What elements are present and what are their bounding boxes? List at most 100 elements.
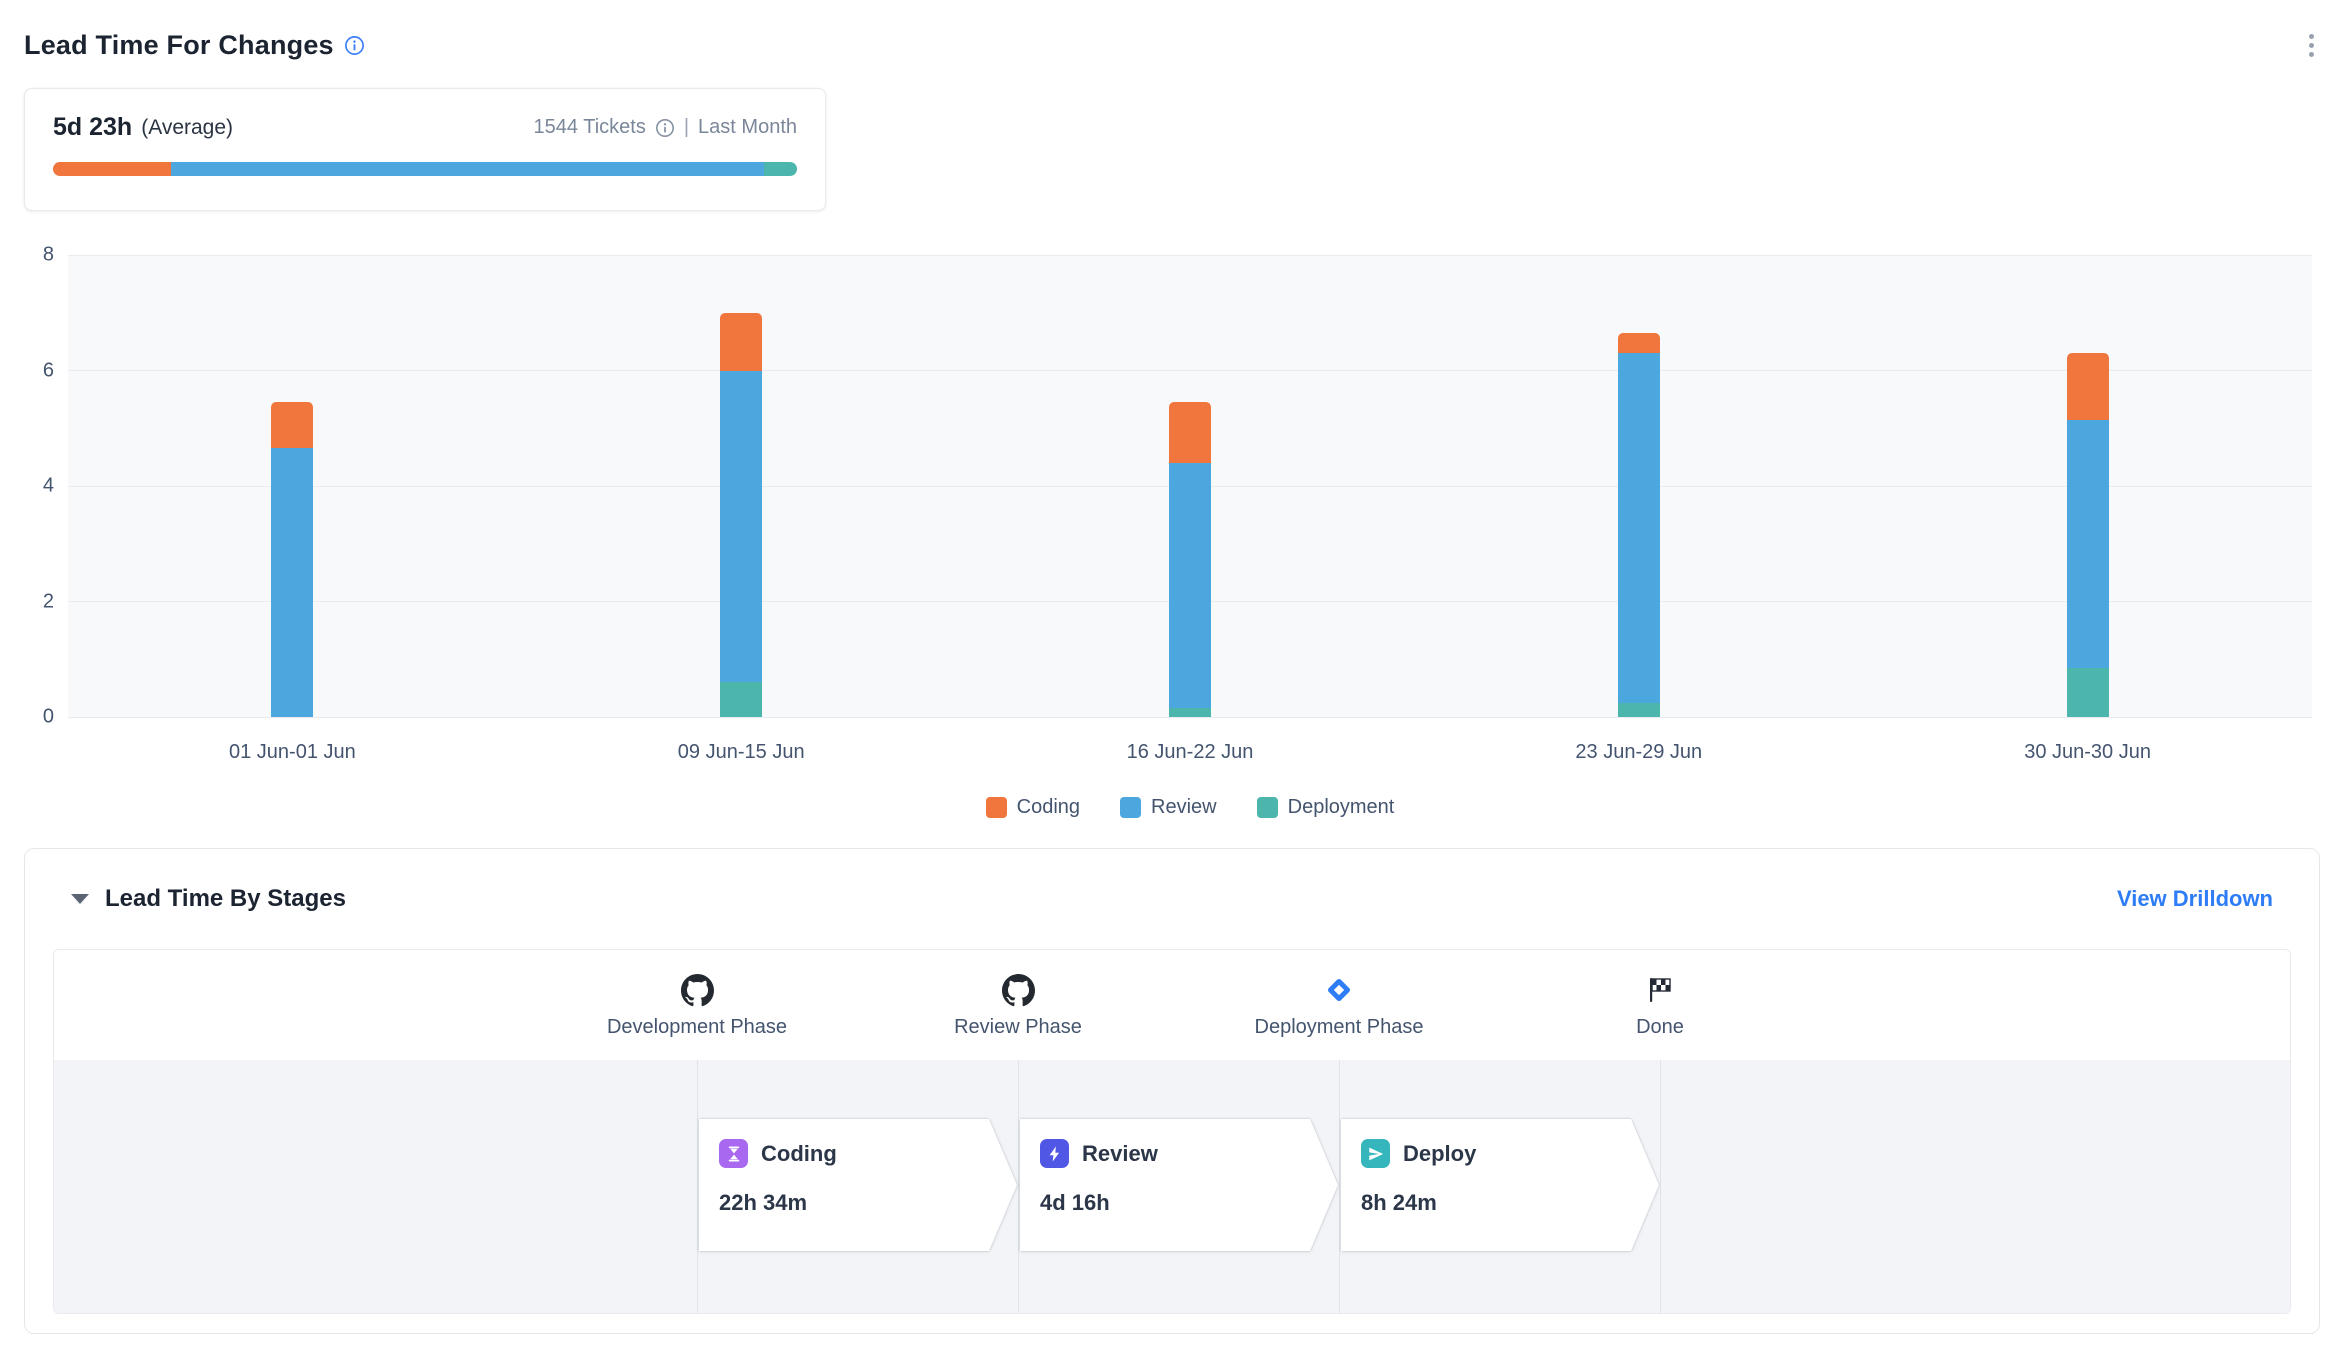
stage-table: Development PhaseReview PhaseDeployment … bbox=[53, 949, 2291, 1314]
x-axis-label: 30 Jun-30 Jun bbox=[2024, 741, 2151, 764]
rocket-icon bbox=[1361, 1139, 1390, 1168]
lead-time-dashboard: Lead Time For Changes 5d 23h (Average) 1… bbox=[0, 0, 2344, 1352]
x-axis-label: 01 Jun-01 Jun bbox=[229, 741, 356, 764]
legend-swatch-icon bbox=[986, 797, 1007, 818]
divider: | bbox=[684, 116, 689, 139]
distribution-segment-deployment bbox=[764, 162, 797, 176]
stage-card-shape: Review 4d 16h bbox=[1020, 1119, 1338, 1251]
legend-swatch-icon bbox=[1257, 797, 1278, 818]
x-axis-label: 23 Jun-29 Jun bbox=[1575, 741, 1702, 764]
phase-label: Deployment Phase bbox=[1169, 1016, 1509, 1039]
column-separator bbox=[697, 1060, 698, 1313]
bar-group[interactable] bbox=[1169, 402, 1211, 717]
legend-item-coding[interactable]: Coding bbox=[986, 796, 1080, 819]
legend-swatch-icon bbox=[1120, 797, 1141, 818]
phase-column-header: Done bbox=[1490, 950, 1830, 1039]
kebab-menu-icon[interactable] bbox=[2303, 28, 2320, 63]
stage-duration: 4d 16h bbox=[1040, 1190, 1338, 1216]
average-value: 5d 23h bbox=[53, 113, 132, 142]
bar-segment-coding[interactable] bbox=[1169, 402, 1211, 463]
lead-time-by-stages-panel: Lead Time By Stages View Drilldown Devel… bbox=[24, 848, 2320, 1334]
bar-segment-review[interactable] bbox=[1618, 353, 1660, 702]
stage-card-review[interactable]: Review 4d 16h bbox=[1020, 1119, 1338, 1251]
distribution-segment-review bbox=[171, 162, 765, 176]
column-separator bbox=[1018, 1060, 1019, 1313]
bar-segment-review[interactable] bbox=[720, 371, 762, 683]
y-axis-tick: 6 bbox=[8, 359, 54, 382]
hourglass-icon bbox=[719, 1139, 748, 1168]
phase-column-header: Review Phase bbox=[848, 950, 1188, 1039]
chart: 01 Jun-01 Jun09 Jun-15 Jun16 Jun-22 Jun2… bbox=[0, 255, 2344, 717]
legend-label: Deployment bbox=[1288, 796, 1395, 819]
stage-name: Coding bbox=[761, 1141, 837, 1167]
bar-group[interactable] bbox=[2067, 353, 2109, 717]
bar-segment-deployment[interactable] bbox=[1618, 703, 1660, 717]
y-axis-tick: 2 bbox=[8, 590, 54, 613]
lightning-icon bbox=[1040, 1139, 1069, 1168]
bar-segment-review[interactable] bbox=[271, 448, 313, 717]
stage-name: Deploy bbox=[1403, 1141, 1476, 1167]
summary-meta: 1544 Tickets | Last Month bbox=[534, 116, 797, 139]
legend-item-review[interactable]: Review bbox=[1120, 796, 1217, 819]
bar-group[interactable] bbox=[1618, 333, 1660, 717]
tickets-count: 1544 Tickets bbox=[534, 116, 646, 139]
bar-segment-coding[interactable] bbox=[2067, 353, 2109, 419]
x-axis-label: 09 Jun-15 Jun bbox=[678, 741, 805, 764]
github-icon bbox=[527, 972, 867, 1008]
average-label: (Average) bbox=[141, 116, 233, 140]
panel-title: Lead Time By Stages bbox=[105, 885, 346, 913]
bar-segment-review[interactable] bbox=[1169, 463, 1211, 708]
phase-column-header: Development Phase bbox=[527, 950, 867, 1039]
bar-segment-review[interactable] bbox=[2067, 420, 2109, 668]
column-separator bbox=[1660, 1060, 1661, 1313]
phase-column-header: Deployment Phase bbox=[1169, 950, 1509, 1039]
distribution-segment-coding bbox=[53, 162, 171, 176]
stage-card-coding[interactable]: Coding 22h 34m bbox=[699, 1119, 1017, 1251]
gridline bbox=[68, 255, 2312, 256]
bar-segment-deployment[interactable] bbox=[2067, 668, 2109, 717]
stage-head: Review bbox=[1040, 1139, 1338, 1168]
milestone-diamond-icon bbox=[1169, 972, 1509, 1008]
chart-plot: 01 Jun-01 Jun09 Jun-15 Jun16 Jun-22 Jun2… bbox=[68, 255, 2312, 717]
view-drilldown-link[interactable]: View Drilldown bbox=[2117, 886, 2273, 912]
legend-item-deployment[interactable]: Deployment bbox=[1257, 796, 1395, 819]
stage-head: Deploy bbox=[1361, 1139, 1659, 1168]
gridline bbox=[68, 370, 2312, 371]
column-separator bbox=[1339, 1060, 1340, 1313]
stage-body: Coding 22h 34m Review 4d 16h Deploy 8h 24m bbox=[54, 1060, 2290, 1313]
phase-label: Done bbox=[1490, 1016, 1830, 1039]
page-title: Lead Time For Changes bbox=[24, 30, 334, 61]
bar-group[interactable] bbox=[271, 402, 313, 717]
bar-group[interactable] bbox=[720, 313, 762, 717]
stage-card-shape: Deploy 8h 24m bbox=[1341, 1119, 1659, 1251]
page-header: Lead Time For Changes bbox=[24, 28, 2320, 63]
legend-label: Coding bbox=[1017, 796, 1080, 819]
stage-name: Review bbox=[1082, 1141, 1158, 1167]
stage-duration: 8h 24m bbox=[1361, 1190, 1659, 1216]
collapse-caret-icon[interactable] bbox=[71, 894, 89, 904]
bar-segment-coding[interactable] bbox=[720, 313, 762, 371]
y-axis-tick: 0 bbox=[8, 706, 54, 729]
y-axis-tick: 8 bbox=[8, 244, 54, 267]
legend-label: Review bbox=[1151, 796, 1217, 819]
bar-segment-deployment[interactable] bbox=[1169, 708, 1211, 717]
panel-header: Lead Time By Stages View Drilldown bbox=[25, 849, 2319, 943]
y-axis-tick: 4 bbox=[8, 475, 54, 498]
phase-header-row: Development PhaseReview PhaseDeployment … bbox=[54, 950, 2290, 1060]
bar-segment-coding[interactable] bbox=[1618, 333, 1660, 353]
chart-legend: Coding Review Deployment bbox=[68, 796, 2312, 819]
info-icon[interactable] bbox=[655, 118, 675, 138]
bar-segment-deployment[interactable] bbox=[720, 682, 762, 717]
x-axis-label: 16 Jun-22 Jun bbox=[1127, 741, 1254, 764]
summary-row: 5d 23h (Average) 1544 Tickets | Last Mon… bbox=[53, 113, 797, 142]
stage-duration: 22h 34m bbox=[719, 1190, 1017, 1216]
period-label: Last Month bbox=[698, 116, 797, 139]
phase-label: Review Phase bbox=[848, 1016, 1188, 1039]
info-icon[interactable] bbox=[344, 35, 365, 56]
finish-flag-icon bbox=[1490, 972, 1830, 1008]
average-summary-card: 5d 23h (Average) 1544 Tickets | Last Mon… bbox=[24, 88, 826, 211]
stage-card-deploy[interactable]: Deploy 8h 24m bbox=[1341, 1119, 1659, 1251]
bar-segment-coding[interactable] bbox=[271, 402, 313, 448]
distribution-bar bbox=[53, 162, 797, 176]
stage-card-shape: Coding 22h 34m bbox=[699, 1119, 1017, 1251]
